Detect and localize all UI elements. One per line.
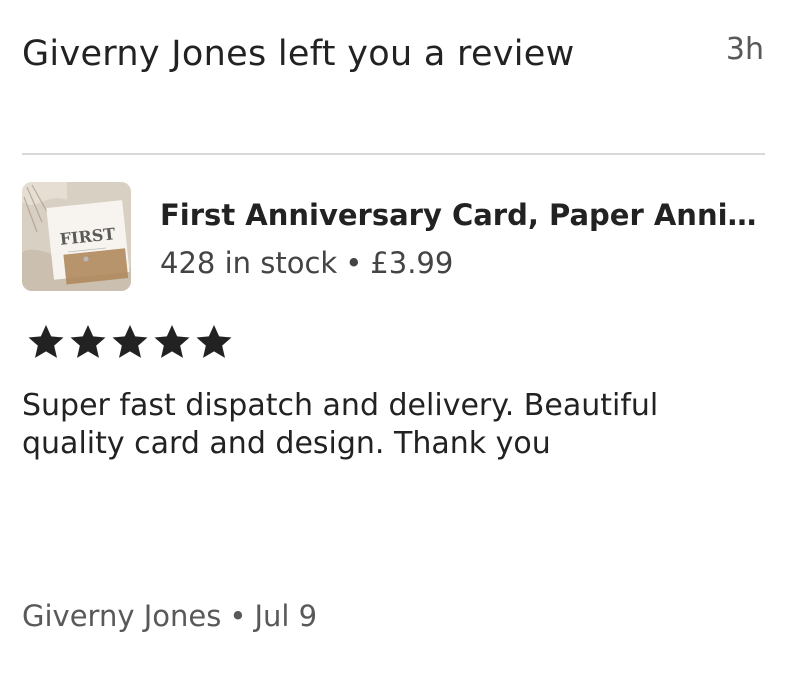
meta-separator: • [345,246,363,280]
divider [22,153,765,155]
footer-separator: • [229,599,247,633]
listing-row[interactable]: FIRST First Anniversary Card, Paper Anni… [22,182,764,292]
notification-time: 3h [725,32,764,67]
listing-price: £3.99 [370,246,454,280]
listing-thumbnail[interactable]: FIRST [22,182,131,291]
stock-count: 428 in stock [160,246,338,280]
reviewer-name: Giverny Jones [22,599,222,633]
notification-title: Giverny Jones left you a review [22,34,575,74]
star-icon [112,325,148,358]
star-icon [70,325,106,358]
listing-title[interactable]: First Anniversary Card, Paper Anniv... [160,196,764,234]
card-photo-image: FIRST [22,182,131,291]
star-icon [28,325,64,358]
review-text: Super fast dispatch and delivery. Beauti… [22,388,659,461]
listing-meta: 428 in stock • £3.99 [160,244,453,282]
review-date: Jul 9 [254,599,318,633]
review-footer: Giverny Jones • Jul 9 [22,596,317,636]
star-icon [196,325,232,358]
star-icon [154,325,190,358]
notification-header: Giverny Jones left you a review 3h [22,30,764,140]
star-rating [26,322,234,362]
